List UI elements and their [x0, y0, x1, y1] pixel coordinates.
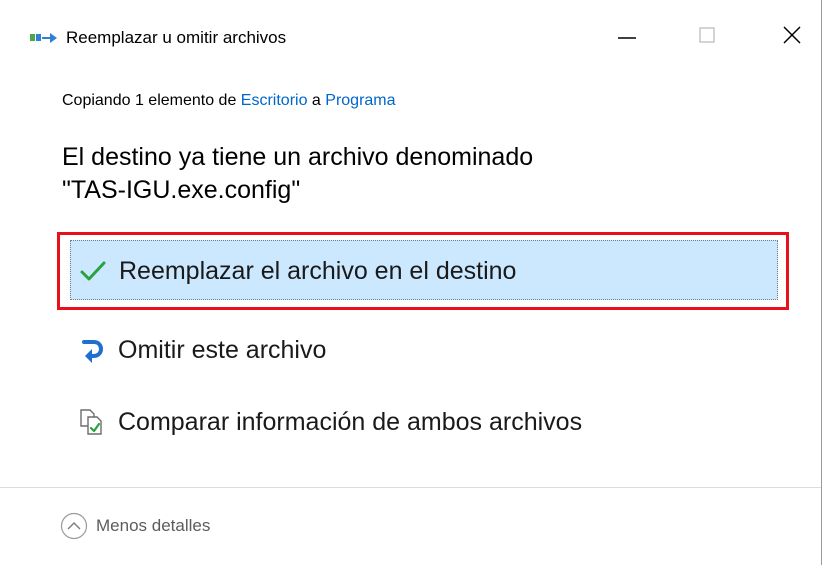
conflict-message-line: El destino ya tiene un archivo denominad… [62, 143, 534, 171]
compare-files-label: Comparar información de ambos archivos [118, 408, 583, 436]
footer-divider [0, 487, 821, 488]
maximize-icon [699, 27, 715, 43]
replace-or-skip-dialog: Reemplazar u omitir archivos Copiando 1 … [0, 0, 822, 565]
source-folder-link[interactable]: Escritorio [241, 92, 308, 109]
conflict-message: El destino ya tiene un archivo denominad… [62, 141, 762, 207]
less-details-button[interactable]: Menos detalles [60, 510, 280, 542]
replace-file-option[interactable]: Reemplazar el archivo en el destino [70, 240, 778, 300]
minimize-icon [618, 37, 636, 39]
skip-file-label: Omitir este archivo [118, 336, 327, 364]
chevron-up-icon [60, 512, 88, 540]
close-button[interactable] [768, 16, 816, 56]
replace-file-label: Reemplazar el archivo en el destino [119, 257, 517, 285]
close-icon [783, 26, 801, 44]
checkmark-icon [79, 257, 107, 285]
destination-folder-link[interactable]: Programa [325, 92, 395, 109]
window-title: Reemplazar u omitir archivos [66, 28, 287, 47]
less-details-label: Menos detalles [96, 516, 211, 535]
copy-prefix: Copiando 1 elemento de [62, 92, 241, 109]
copy-connector: a [307, 92, 326, 109]
minimize-button[interactable] [608, 16, 656, 56]
compare-files-icon [78, 408, 106, 436]
file-move-icon [30, 30, 58, 46]
skip-arrow-icon [78, 336, 106, 364]
conflict-file-name: "TAS-IGU.exe.config" [62, 176, 301, 204]
maximize-button[interactable] [686, 16, 734, 56]
compare-files-option[interactable]: Comparar información de ambos archivos [70, 392, 778, 452]
title-bar[interactable]: Reemplazar u omitir archivos [0, 0, 821, 76]
copy-progress-text: Copiando 1 elemento de Escritorio a Prog… [62, 91, 396, 111]
skip-file-option[interactable]: Omitir este archivo [70, 320, 778, 380]
